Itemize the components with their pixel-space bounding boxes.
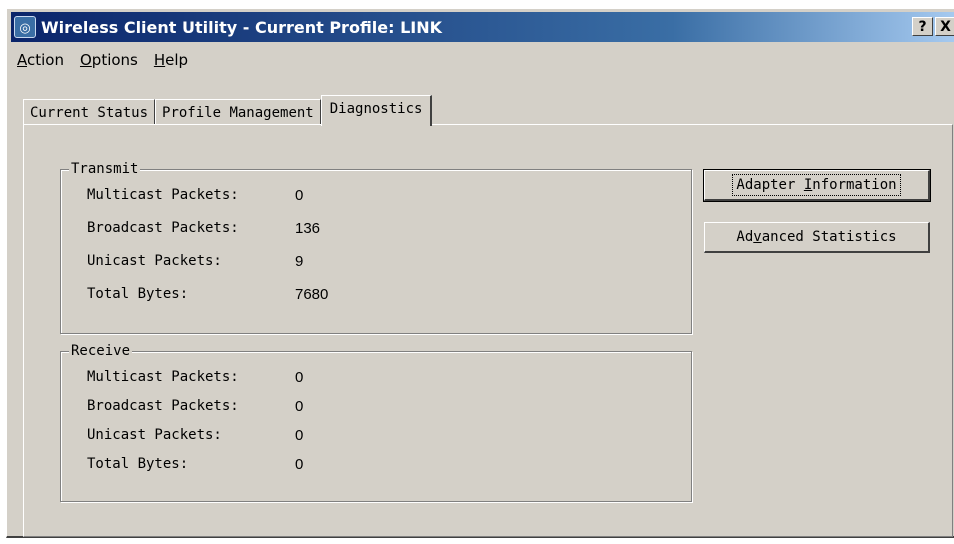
transmit-unicast-row: Unicast Packets: 9 — [87, 251, 303, 271]
receive-unicast-row: Unicast Packets: 0 — [87, 425, 303, 445]
tab-diagnostics[interactable]: Diagnostics — [320, 95, 433, 126]
diagnostics-panel: Transmit Multicast Packets: 0 Broadcast … — [23, 124, 953, 537]
receive-broadcast-row: Broadcast Packets: 0 — [87, 396, 303, 416]
advanced-statistics-button[interactable]: Ad v anced Statistics — [704, 222, 930, 253]
transmit-multicast-value: 0 — [295, 186, 304, 204]
window-title: Wireless Client Utility - Current Profil… — [41, 17, 443, 37]
adapter-information-label-post: nformation — [812, 177, 897, 193]
receive-multicast-value: 0 — [295, 368, 304, 386]
receive-unicast-label: Unicast Packets: — [87, 427, 222, 443]
transmit-broadcast-label: Broadcast Packets: — [87, 220, 239, 236]
receive-group-title: Receive — [69, 343, 133, 359]
transmit-total-bytes-label: Total Bytes: — [87, 286, 189, 302]
wireless-signal-icon: ◎ — [14, 16, 36, 38]
title-bar[interactable]: ◎ Wireless Client Utility - Current Prof… — [11, 12, 954, 42]
receive-total-bytes-label: Total Bytes: — [87, 456, 189, 472]
close-button[interactable]: X — [935, 17, 954, 36]
transmit-unicast-label: Unicast Packets: — [87, 253, 222, 269]
receive-total-bytes-row: Total Bytes: 0 — [87, 454, 303, 474]
adapter-information-label-pre: Adapter — [736, 177, 804, 193]
tab-profile-management[interactable]: Profile Management — [155, 99, 321, 125]
receive-multicast-row: Multicast Packets: 0 — [87, 367, 303, 387]
advanced-statistics-label-mnemonic: v — [753, 229, 762, 245]
menu-options[interactable]: Options — [80, 51, 138, 75]
menu-action[interactable]: Action — [17, 51, 64, 75]
advanced-statistics-label-post: anced Statistics — [761, 229, 897, 245]
transmit-broadcast-value: 136 — [295, 219, 321, 237]
tab-current-status[interactable]: Current Status — [23, 99, 156, 125]
transmit-broadcast-row: Broadcast Packets: 136 — [87, 218, 320, 238]
transmit-total-bytes-value: 7680 — [295, 285, 329, 303]
transmit-multicast-row: Multicast Packets: 0 — [87, 185, 303, 205]
receive-group: Receive Multicast Packets: 0 Broadcast P… — [60, 343, 692, 502]
transmit-total-bytes-row: Total Bytes: 7680 — [87, 284, 328, 304]
transmit-group: Transmit Multicast Packets: 0 Broadcast … — [60, 161, 692, 334]
menu-bar: Action Options Help — [17, 51, 188, 75]
menu-help[interactable]: Help — [154, 51, 188, 75]
receive-broadcast-label: Broadcast Packets: — [87, 398, 239, 414]
help-button[interactable]: ? — [912, 17, 933, 36]
adapter-information-focus: Adapter Information — [732, 174, 901, 196]
transmit-multicast-label: Multicast Packets: — [87, 187, 239, 203]
receive-broadcast-value: 0 — [295, 397, 304, 415]
transmit-group-title: Transmit — [69, 161, 141, 177]
receive-multicast-label: Multicast Packets: — [87, 369, 239, 385]
receive-total-bytes-value: 0 — [295, 455, 304, 473]
tab-strip: Current Status Profile Management Diagno… — [23, 93, 433, 126]
receive-unicast-value: 0 — [295, 426, 304, 444]
advanced-statistics-label-pre: Ad — [736, 229, 754, 245]
adapter-information-button[interactable]: Adapter Information — [703, 169, 931, 202]
transmit-unicast-value: 9 — [295, 252, 304, 270]
main-window: ◎ Wireless Client Utility - Current Prof… — [6, 8, 954, 538]
